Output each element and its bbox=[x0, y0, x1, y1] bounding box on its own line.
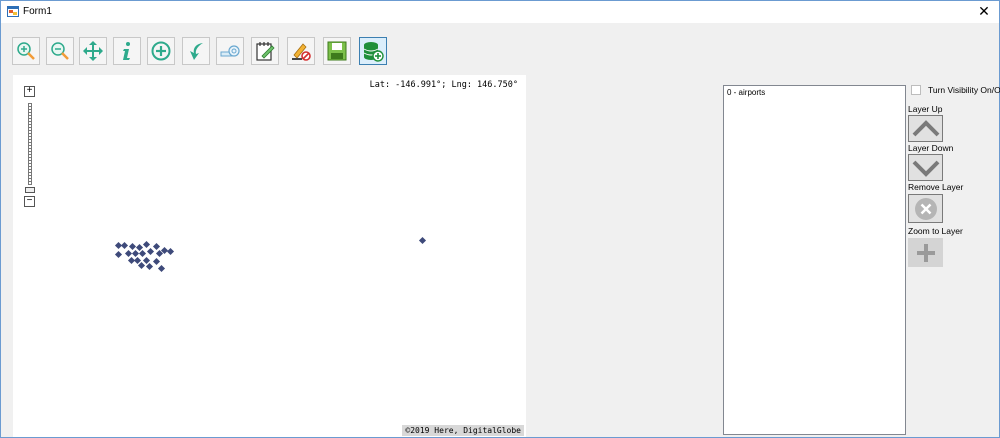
add-database-button[interactable] bbox=[359, 37, 387, 65]
pan-button[interactable] bbox=[79, 37, 107, 65]
visibility-checkbox-label[interactable]: Turn Visibility On/Off bbox=[928, 85, 1000, 95]
app-icon bbox=[7, 6, 19, 17]
layer-list-item[interactable]: 0 - airports bbox=[727, 88, 765, 97]
airport-marker[interactable] bbox=[146, 247, 155, 256]
airport-marker[interactable] bbox=[114, 250, 123, 259]
measure-icon bbox=[220, 45, 240, 57]
zoom-slider-track[interactable] bbox=[28, 103, 32, 185]
main-window: Form1 ✕ Lat: -146.991°; Lng: 146.750° + … bbox=[0, 0, 1000, 438]
layer-down-button[interactable] bbox=[908, 154, 943, 181]
zoom-out-icon bbox=[51, 42, 69, 60]
visibility-checkbox[interactable] bbox=[911, 85, 921, 95]
airport-marker[interactable] bbox=[142, 240, 151, 249]
airport-marker[interactable] bbox=[166, 247, 175, 256]
airport-marker[interactable] bbox=[152, 257, 161, 266]
clear-button[interactable] bbox=[287, 37, 315, 65]
airport-marker[interactable] bbox=[138, 249, 147, 258]
back-button[interactable] bbox=[182, 37, 210, 65]
layer-up-label: Layer Up bbox=[908, 104, 943, 114]
airport-marker[interactable] bbox=[418, 236, 427, 245]
plus-icon bbox=[916, 243, 935, 262]
add-database-icon bbox=[363, 42, 384, 62]
zoom-slider-handle[interactable] bbox=[25, 187, 35, 193]
title-bar: Form1 ✕ bbox=[1, 1, 999, 23]
window-title: Form1 bbox=[23, 6, 52, 17]
add-circle-button[interactable] bbox=[147, 37, 175, 65]
add-circle-icon bbox=[151, 41, 171, 61]
info-button[interactable] bbox=[113, 37, 141, 65]
map-attribution: ©2019 Here, DigitalGlobe bbox=[402, 425, 524, 436]
remove-circle-icon bbox=[914, 197, 937, 220]
layer-list[interactable]: 0 - airports bbox=[723, 85, 906, 435]
back-arrow-icon bbox=[190, 43, 203, 60]
chevron-down-icon bbox=[912, 160, 939, 177]
info-icon bbox=[123, 42, 130, 60]
map-zoom-out-button[interactable]: − bbox=[24, 196, 35, 207]
zoom-in-button[interactable] bbox=[12, 37, 40, 65]
close-button[interactable]: ✕ bbox=[969, 1, 999, 23]
zoom-in-icon bbox=[17, 42, 35, 60]
chevron-up-icon bbox=[912, 119, 939, 136]
layer-up-button[interactable] bbox=[908, 115, 943, 142]
pan-icon bbox=[83, 41, 103, 61]
clear-icon bbox=[292, 43, 311, 61]
measure-button[interactable] bbox=[216, 37, 244, 65]
remove-layer-button[interactable] bbox=[908, 194, 943, 223]
save-icon bbox=[327, 41, 347, 61]
zoom-to-layer-label: Zoom to Layer bbox=[908, 226, 963, 236]
airport-marker[interactable] bbox=[145, 262, 154, 271]
remove-layer-label: Remove Layer bbox=[908, 182, 964, 192]
layer-down-label: Layer Down bbox=[908, 143, 954, 153]
airport-marker[interactable] bbox=[157, 264, 166, 273]
map-zoom-in-button[interactable]: + bbox=[24, 86, 35, 97]
airport-marker[interactable] bbox=[120, 241, 129, 250]
coordinate-readout: Lat: -146.991°; Lng: 146.750° bbox=[369, 80, 518, 90]
edit-icon bbox=[256, 42, 275, 61]
map-canvas[interactable]: Lat: -146.991°; Lng: 146.750° + − ©2019 … bbox=[13, 75, 526, 437]
save-button[interactable] bbox=[323, 37, 351, 65]
edit-button[interactable] bbox=[251, 37, 279, 65]
airport-marker[interactable] bbox=[137, 261, 146, 270]
zoom-out-button[interactable] bbox=[46, 37, 74, 65]
zoom-to-layer-button[interactable] bbox=[908, 238, 943, 267]
